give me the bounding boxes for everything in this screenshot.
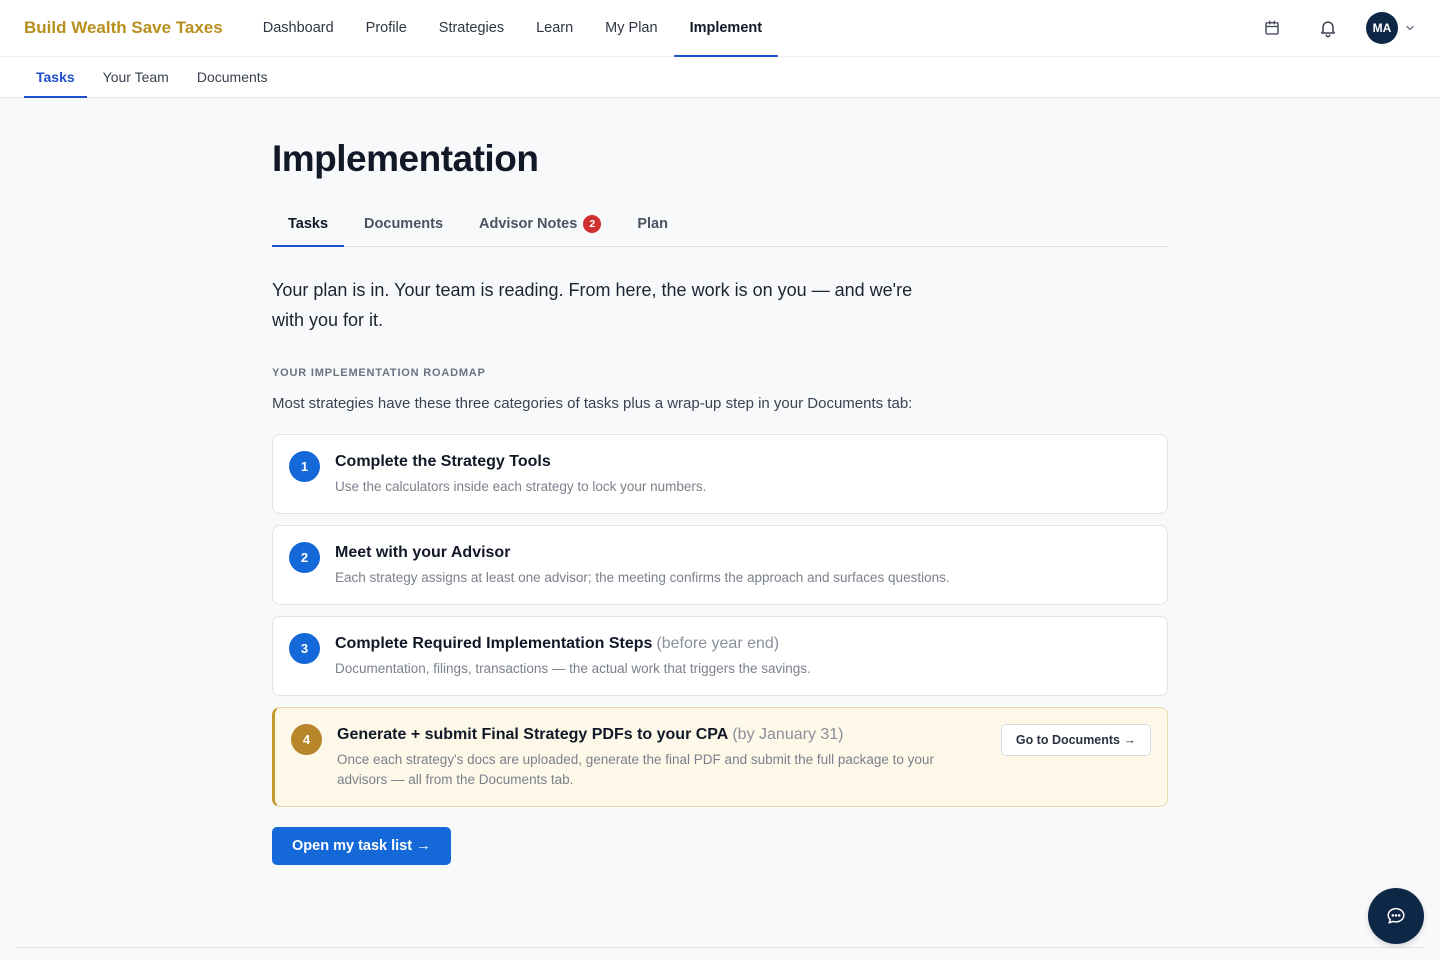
nav-implement[interactable]: Implement: [673, 0, 779, 57]
main-content: Implementation Tasks Documents Advisor N…: [272, 98, 1168, 865]
avatar: MA: [1366, 12, 1398, 44]
roadmap-label: YOUR IMPLEMENTATION ROADMAP: [272, 367, 486, 379]
nav-my-plan[interactable]: My Plan: [589, 0, 673, 56]
tab-plan[interactable]: Plan: [621, 202, 684, 246]
tab-advisor-notes[interactable]: Advisor Notes 2: [463, 202, 617, 246]
notifications-button[interactable]: [1310, 10, 1346, 46]
sub-navigation: Tasks Your Team Documents: [0, 57, 1440, 98]
step-description: Each strategy assigns at least one advis…: [335, 570, 950, 585]
step-deadline-note: (by January 31): [732, 726, 844, 743]
page-title: Implementation: [272, 138, 539, 179]
notes-count-badge: 2: [583, 215, 602, 233]
bell-icon: [1321, 21, 1335, 38]
chat-bubble-icon: [1387, 907, 1405, 924]
subnav-your-team[interactable]: Your Team: [91, 57, 181, 97]
step-title-text: Complete Required Implementation Steps: [335, 635, 653, 652]
roadmap-steps: 1 Complete the Strategy Tools Use the ca…: [272, 434, 1168, 807]
step-title: Meet with your Advisor: [335, 544, 950, 562]
step-title-text: Complete the Strategy Tools: [335, 453, 551, 470]
step-body: Generate + submit Final Strategy PDFs to…: [337, 724, 977, 790]
nav-actions: MA: [1254, 10, 1416, 46]
step-description: Once each strategy's docs are uploaded, …: [337, 752, 934, 787]
top-navigation: Build Wealth Save Taxes Dashboard Profil…: [0, 0, 1440, 57]
tab-documents[interactable]: Documents: [348, 202, 459, 246]
step-title: Complete the Strategy Tools: [335, 453, 706, 471]
go-to-documents-button[interactable]: Go to Documents →: [1000, 724, 1151, 756]
calendar-button[interactable]: [1254, 10, 1290, 46]
tab-tasks-label: Tasks: [288, 216, 329, 232]
step-body: Complete the Strategy Tools Use the calc…: [335, 451, 706, 497]
step-description: Documentation, filings, transactions — t…: [335, 661, 811, 676]
chevron-down-icon: [1406, 25, 1414, 31]
step-title: Generate + submit Final Strategy PDFs to…: [337, 726, 977, 744]
page-tabs: Tasks Documents Advisor Notes 2 Plan: [272, 202, 1168, 247]
step-number: 1: [289, 451, 320, 482]
open-task-list-button[interactable]: Open my task list →: [272, 827, 451, 865]
calendar-icon: [1265, 20, 1279, 35]
roadmap-step: 1 Complete the Strategy Tools Use the ca…: [272, 434, 1168, 514]
nav-strategies[interactable]: Strategies: [423, 0, 520, 56]
step-description: Use the calculators inside each strategy…: [335, 479, 707, 494]
step-number: 4: [291, 724, 322, 755]
tab-plan-label: Plan: [637, 216, 668, 232]
tab-documents-label: Documents: [364, 216, 444, 232]
user-menu[interactable]: MA: [1366, 12, 1416, 44]
tab-advisor-notes-label: Advisor Notes: [479, 216, 578, 232]
step-title-text: Generate + submit Final Strategy PDFs to…: [337, 726, 729, 743]
step-number: 3: [289, 633, 320, 664]
tab-tasks[interactable]: Tasks: [272, 202, 345, 247]
roadmap-step-final: 4 Generate + submit Final Strategy PDFs …: [272, 707, 1168, 807]
step-deadline-note: (before year end): [656, 635, 780, 652]
step-body: Meet with your Advisor Each strategy ass…: [335, 542, 950, 588]
step-title-text: Meet with your Advisor: [335, 544, 511, 561]
nav-profile[interactable]: Profile: [350, 0, 423, 56]
nav-dashboard[interactable]: Dashboard: [247, 0, 350, 56]
roadmap-step: 3 Complete Required Implementation Steps…: [272, 616, 1168, 696]
subnav-tasks[interactable]: Tasks: [24, 57, 87, 98]
step-title: Complete Required Implementation Steps (b…: [335, 635, 811, 653]
roadmap-description: Most strategies have these three categor…: [272, 395, 913, 412]
brand-logo[interactable]: Build Wealth Save Taxes: [24, 18, 223, 38]
chat-button[interactable]: [1368, 888, 1424, 944]
roadmap-step: 2 Meet with your Advisor Each strategy a…: [272, 525, 1168, 605]
footer-divider: [16, 947, 1424, 948]
step-body: Complete Required Implementation Steps (b…: [335, 633, 811, 679]
nav-learn[interactable]: Learn: [520, 0, 589, 56]
step-number: 2: [289, 542, 320, 573]
main-nav: Dashboard Profile Strategies Learn My Pl…: [247, 0, 779, 57]
subnav-documents[interactable]: Documents: [185, 57, 280, 97]
intro-text: Your plan is in. Your team is reading. F…: [272, 280, 913, 330]
